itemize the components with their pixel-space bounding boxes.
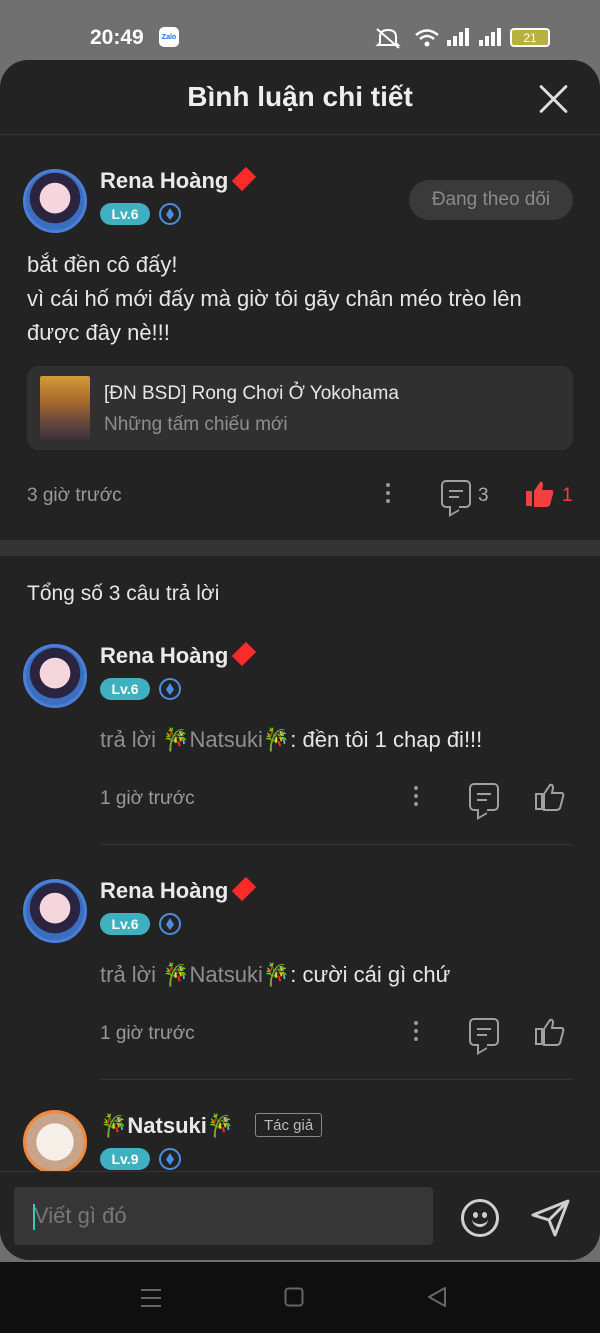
comment-detail-sheet: Bình luận chi tiết Rena Hoàng Lv.6 Đang … — [0, 60, 600, 1260]
signal-icon — [447, 28, 469, 46]
diamond-icon — [232, 641, 257, 667]
level-badge: Lv.9 — [100, 1148, 150, 1170]
wifi-icon — [415, 29, 439, 47]
like-icon-active[interactable] — [525, 480, 555, 508]
book-subtitle: Những tấm chiếu mới — [104, 414, 288, 435]
username[interactable]: 🎋Natsuki🎋 — [100, 1113, 234, 1139]
battery-icon: 21 — [510, 28, 550, 47]
reply-icon[interactable] — [441, 480, 471, 508]
page-title: Bình luận chi tiết — [187, 81, 413, 112]
mute-icon — [375, 28, 401, 49]
text-cursor — [33, 1204, 35, 1230]
like-icon[interactable] — [535, 1018, 565, 1046]
avatar[interactable] — [23, 879, 87, 943]
username[interactable]: Rena Hoàng — [100, 166, 257, 194]
comment-text: bắt đền cô đấy! vì cái hố mới đấy mà giờ… — [27, 252, 522, 345]
verified-badge-icon — [159, 913, 181, 935]
avatar[interactable] — [23, 1110, 87, 1174]
zalo-notification-icon: Zalo — [159, 27, 179, 47]
book-card[interactable]: [ĐN BSD] Rong Chơi Ở Yokohama Những tấm … — [27, 366, 573, 450]
comment-count: 3 — [478, 485, 489, 506]
reply-text: trả lời 🎋Natsuki🎋: cười cái gì chứ — [100, 962, 451, 987]
home-icon[interactable] — [284, 1287, 304, 1307]
section-divider — [0, 540, 600, 556]
level-badge: Lv.6 — [100, 913, 150, 935]
comment-time: 3 giờ trước — [27, 485, 122, 506]
comment-input[interactable] — [14, 1187, 433, 1245]
verified-badge-icon — [159, 203, 181, 225]
row-divider — [100, 1079, 573, 1080]
more-options-icon[interactable] — [385, 483, 391, 507]
book-title: [ĐN BSD] Rong Chơi Ở Yokohama — [104, 383, 399, 404]
system-nav-bar — [0, 1262, 600, 1333]
row-divider — [100, 844, 573, 845]
avatar[interactable] — [23, 644, 87, 708]
book-cover-image — [40, 376, 90, 440]
reply-icon[interactable] — [469, 783, 499, 811]
username[interactable]: Rena Hoàng — [100, 641, 257, 669]
reply-total: Tổng số 3 câu trả lời — [27, 582, 220, 605]
close-button[interactable] — [536, 82, 570, 116]
level-badge: Lv.6 — [100, 678, 150, 700]
reply-icon[interactable] — [469, 1018, 499, 1046]
comment-input-bar — [0, 1171, 600, 1260]
signal-icon-2 — [479, 28, 501, 46]
like-icon[interactable] — [535, 783, 565, 811]
send-icon[interactable] — [530, 1198, 572, 1238]
comment-input-field[interactable] — [14, 1187, 433, 1245]
reply-target-user[interactable]: 🎋Natsuki🎋 — [162, 962, 290, 987]
diamond-icon — [232, 876, 257, 902]
author-tag: Tác giả — [255, 1113, 323, 1137]
menu-icon[interactable] — [140, 1288, 162, 1308]
verified-badge-icon — [159, 678, 181, 700]
reply-time: 1 giờ trước — [100, 1023, 195, 1044]
sheet-header: Bình luận chi tiết — [0, 60, 600, 135]
status-time: 20:49 — [90, 26, 144, 49]
diamond-icon — [232, 166, 257, 192]
emoji-icon[interactable] — [461, 1199, 499, 1237]
avatar[interactable] — [23, 169, 87, 233]
like-count: 1 — [562, 485, 573, 506]
username[interactable]: Rena Hoàng — [100, 876, 257, 904]
follow-button[interactable]: Đang theo dõi — [409, 180, 573, 220]
reply-time: 1 giờ trước — [100, 788, 195, 809]
reply-text: trả lời 🎋Natsuki🎋: đền tôi 1 chap đi!!! — [100, 727, 483, 752]
more-options-icon[interactable] — [413, 1021, 419, 1045]
level-badge: Lv.6 — [100, 203, 150, 225]
back-icon[interactable] — [427, 1287, 447, 1307]
more-options-icon[interactable] — [413, 786, 419, 810]
reply-target-user[interactable]: 🎋Natsuki🎋 — [162, 727, 290, 752]
verified-badge-icon — [159, 1148, 181, 1170]
